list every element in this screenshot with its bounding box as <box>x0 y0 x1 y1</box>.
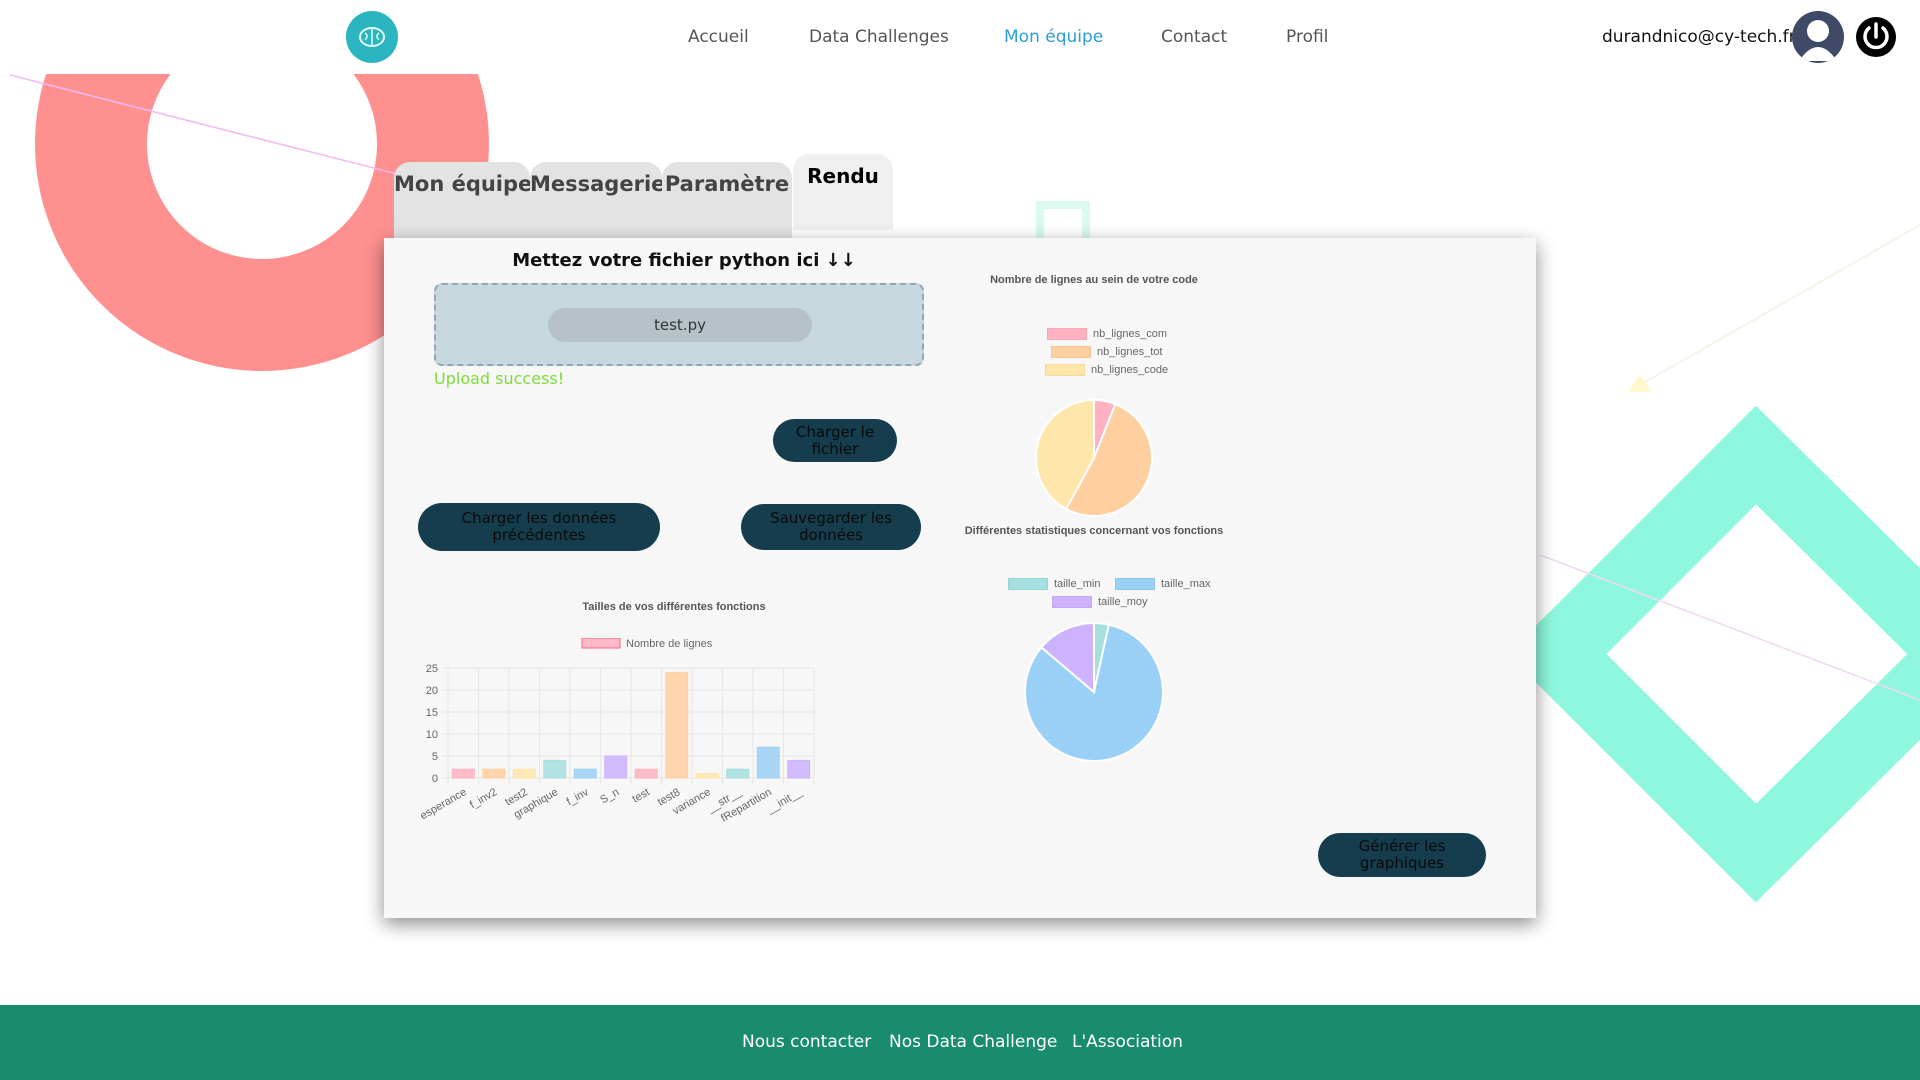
power-icon[interactable] <box>1855 16 1897 58</box>
x-tick-label: S_n <box>598 786 621 806</box>
rendu-panel: Mettez votre fichier python ici ↓↓ test.… <box>384 238 1536 918</box>
nav-profil[interactable]: Profil <box>1286 24 1328 50</box>
functions-pie-chart <box>1024 622 1164 762</box>
legend-label: nb_lignes_code <box>1091 364 1169 376</box>
legend-swatch <box>1045 364 1085 376</box>
load-previous-button[interactable]: Charger les données précédentes <box>418 503 660 551</box>
upload-status: Upload success! <box>434 369 565 388</box>
legend-item-taille-min[interactable]: taille_min <box>1008 578 1100 590</box>
legend-label: taille_max <box>1161 578 1211 590</box>
user-email: durandnico@cy-tech.fr <box>1602 27 1796 47</box>
bar-finv2[interactable] <box>482 768 506 779</box>
bar-init[interactable] <box>787 759 811 779</box>
team-tabs: Mon équipe Messagerie Paramètre Rendu <box>394 154 894 238</box>
legend-label: taille_moy <box>1098 596 1148 608</box>
x-tick-label: __init__ <box>764 786 805 817</box>
site-footer: Nous contacter Nos Data Challenge L'Asso… <box>0 1005 1920 1080</box>
decor-diamond <box>1507 405 1920 903</box>
decor-line <box>1639 224 1920 386</box>
pie2-title: Différentes statistiques concernant vos … <box>964 525 1224 537</box>
tab-rendu[interactable]: Rendu <box>793 154 893 230</box>
legend-swatch <box>1008 578 1048 590</box>
user-avatar-icon[interactable] <box>1792 11 1844 63</box>
bar-test[interactable] <box>634 768 658 779</box>
tab-mon-equipe[interactable]: Mon équipe <box>394 162 532 238</box>
x-tick-label: f_inv <box>565 786 592 808</box>
upload-title: Mettez votre fichier python ici ↓↓ <box>512 250 856 271</box>
nav-data-challenges[interactable]: Data Challenges <box>809 24 949 50</box>
legend-item-taille-moy[interactable]: taille_moy <box>1052 596 1148 608</box>
bar-graphique[interactable] <box>543 759 567 779</box>
legend-item-nb-lignes-tot[interactable]: nb_lignes_tot <box>1051 346 1162 358</box>
functions-bar-chart: Nombre de lignes0510152025esperance f_inv… <box>418 638 815 825</box>
tab-parametre[interactable]: Paramètre <box>662 162 792 238</box>
x-tick-label: test <box>630 786 651 805</box>
bar-finv[interactable] <box>573 768 597 779</box>
bar-title: Tailles de vos différentes fonctions <box>582 601 766 613</box>
decor-triangle <box>1628 375 1652 392</box>
bar-test2[interactable] <box>512 768 536 779</box>
save-data-button[interactable]: Sauvegarder les données <box>741 504 921 550</box>
tab-messagerie[interactable]: Messagerie <box>530 162 665 238</box>
legend-label: nb_lignes_tot <box>1097 346 1163 358</box>
bar-legend-swatch <box>581 638 621 649</box>
legend-label: nb_lignes_com <box>1093 328 1167 340</box>
power-svg <box>1856 17 1896 57</box>
footer-contact-link[interactable]: Nous contacter <box>742 1032 871 1052</box>
generate-charts-button[interactable]: Générer les graphiques <box>1318 833 1486 877</box>
y-tick-label: 15 <box>426 707 438 719</box>
avatar-svg <box>1799 20 1837 61</box>
legend-swatch <box>1047 328 1087 340</box>
legend-item-nb-lignes-code[interactable]: nb_lignes_code <box>1045 364 1168 376</box>
legend-swatch <box>1051 346 1091 358</box>
nav-contact[interactable]: Contact <box>1161 24 1227 50</box>
nav-mon-equipe[interactable]: Mon équipe <box>1004 24 1103 50</box>
legend-item-taille-max[interactable]: taille_max <box>1115 578 1211 590</box>
footer-association-link[interactable]: L'Association <box>1072 1032 1183 1052</box>
bar-Sn[interactable] <box>604 755 628 779</box>
lines-pie-chart <box>1035 398 1153 517</box>
pie1-title: Nombre de lignes au sein de votre code <box>990 274 1198 286</box>
x-tick-label: esperance <box>418 786 468 822</box>
x-tick-label: f_inv2 <box>468 786 499 811</box>
bar-legend-label: Nombre de lignes <box>626 638 713 650</box>
bar-fRepartition[interactable] <box>756 746 780 779</box>
y-tick-label: 10 <box>426 729 438 741</box>
bar-esperance[interactable] <box>451 768 475 779</box>
legend-swatch <box>1115 578 1155 590</box>
top-navbar: Accueil Data Challenges Mon équipe Conta… <box>0 0 1920 74</box>
selected-file[interactable]: test.py <box>548 308 812 342</box>
load-file-button[interactable]: Charger le fichier <box>773 419 897 462</box>
bar-str[interactable] <box>726 768 750 779</box>
y-tick-label: 5 <box>432 751 438 763</box>
y-tick-label: 25 <box>426 663 438 675</box>
legend-label: taille_min <box>1054 578 1101 590</box>
legend-swatch <box>1052 596 1092 608</box>
y-tick-label: 0 <box>432 773 438 785</box>
nav-accueil[interactable]: Accueil <box>688 24 749 50</box>
footer-challenges-link[interactable]: Nos Data Challenge <box>889 1032 1057 1052</box>
y-tick-label: 20 <box>426 685 438 697</box>
legend-item-nb-lignes-com[interactable]: nb_lignes_com <box>1047 328 1167 340</box>
bar-test8[interactable] <box>665 671 689 779</box>
file-dropzone[interactable]: test.py <box>434 283 924 366</box>
bar-variance[interactable] <box>695 773 719 779</box>
